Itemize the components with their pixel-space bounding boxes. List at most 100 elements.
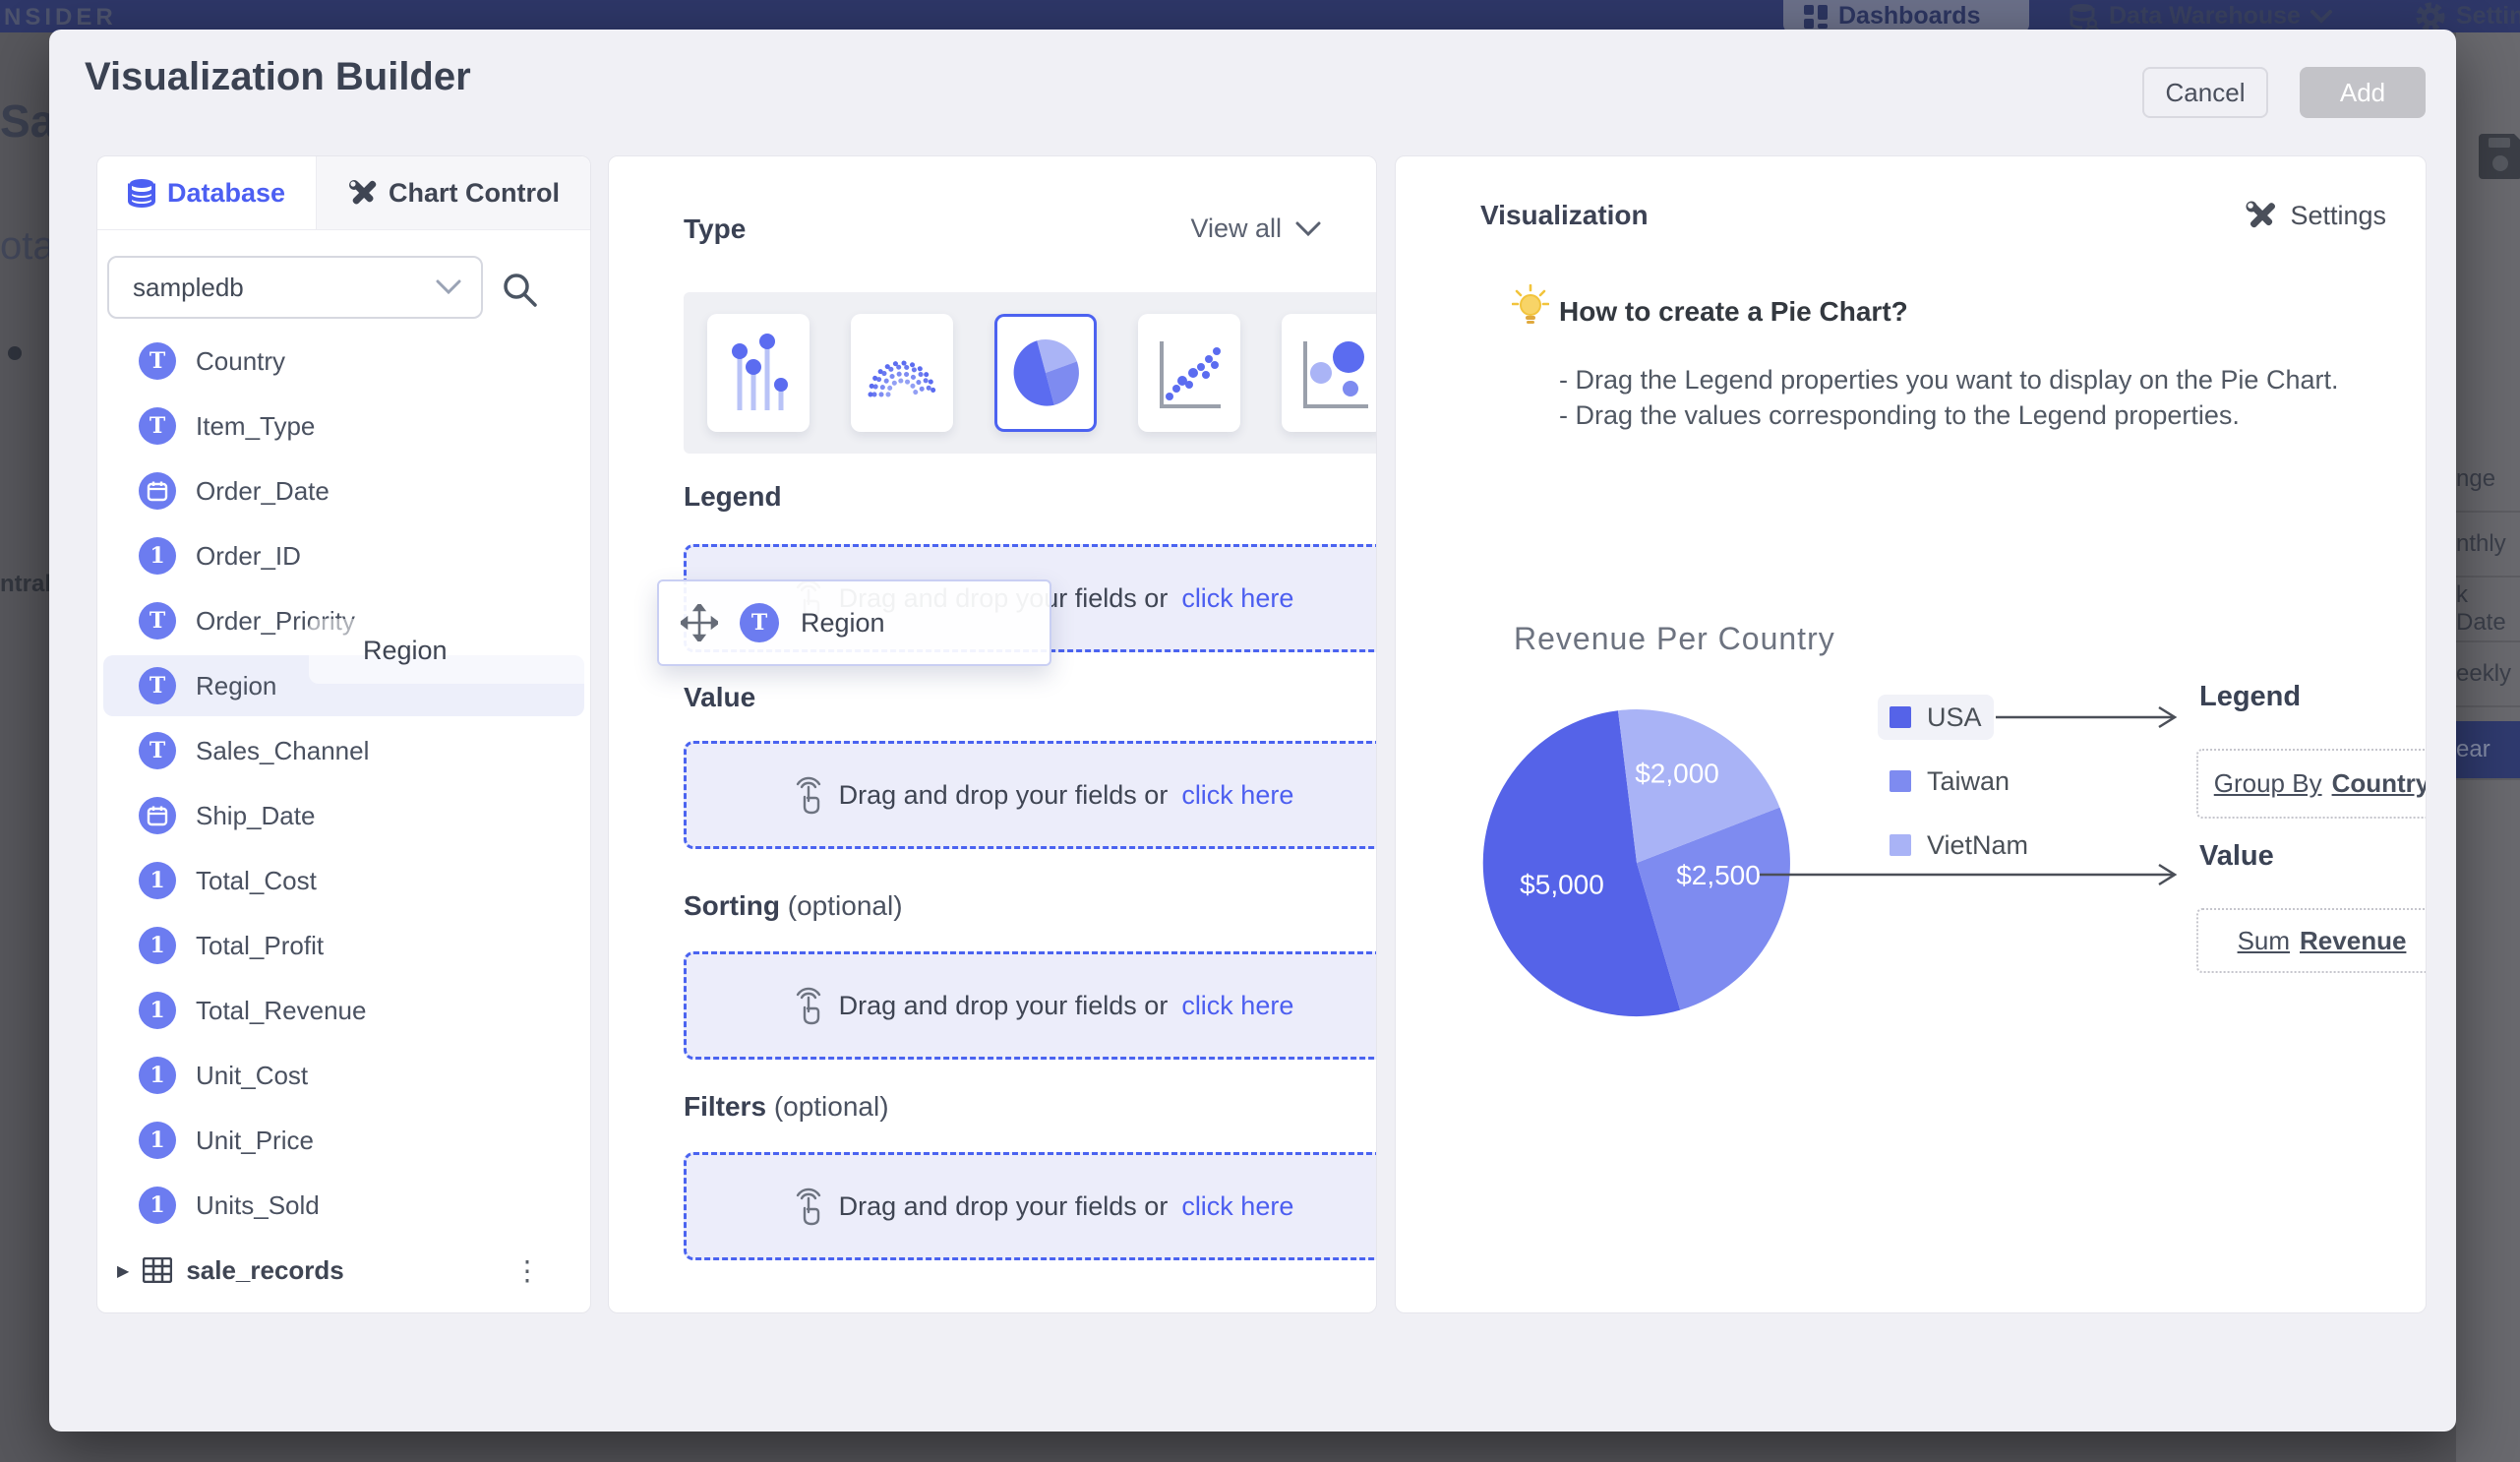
tab-database[interactable]: Database [97,156,316,229]
tap-icon [792,775,825,815]
field-row-unit_cost[interactable]: 1 Unit_Cost [97,1043,590,1108]
dropzone-click-here[interactable]: click here [1181,583,1293,614]
field-type-text-icon: T [139,602,176,640]
field-type-date-icon [139,472,176,510]
visualization-panel: Visualization Settings How to create a P… [1395,155,2427,1313]
field-type-text-icon: T [139,407,176,445]
field-label: Ship_Date [196,801,315,831]
table-row-sale-records[interactable]: ▶ sale_records ⋮ [97,1238,590,1303]
field-row-ship_date[interactable]: Ship_Date [97,783,590,848]
field-label: Item_Type [196,411,315,442]
dashboards-grid-icon [1803,4,1829,30]
visualization-builder-modal: Visualization Builder Cancel Add Databas… [49,30,2456,1432]
field-row-units_sold[interactable]: 1 Units_Sold [97,1173,590,1238]
screen: NSIDER Dashboards Data Warehouse Settin … [0,0,2520,1462]
add-button[interactable]: Add [2300,67,2426,118]
dropzone-text: Drag and drop your fields or [839,991,1169,1021]
source-select[interactable]: sampledb [107,256,483,319]
nav-settings-label: Settin [2456,2,2520,30]
dropzone-click-here[interactable]: click here [1181,1191,1293,1222]
tab-chart-control[interactable]: Chart Control [316,156,590,229]
nav-data-warehouse[interactable]: Data Warehouse [2070,0,2332,32]
field-row-order_id[interactable]: 1 Order_ID [97,523,590,588]
cancel-button[interactable]: Cancel [2142,67,2268,118]
mapping-legend-title: Legend [2199,681,2301,713]
type-card-pie-chart[interactable] [994,314,1097,432]
sum-field: Revenue [2300,926,2406,956]
field-type-date-icon [139,797,176,834]
field-row-unit_price[interactable]: 1 Unit_Price [97,1108,590,1173]
field-row-total_revenue[interactable]: 1 Total_Revenue [97,978,590,1043]
filters-dropzone[interactable]: Drag and drop your fields or click here [684,1152,1377,1260]
field-row-total_cost[interactable]: 1 Total_Cost [97,848,590,913]
sorting-dropzone[interactable]: Drag and drop your fields or click here [684,951,1377,1060]
field-row-sales_channel[interactable]: T Sales_Channel [97,718,590,783]
bg-menu-row: k Date [2456,578,2520,642]
tap-icon [792,986,825,1025]
field-label: Region [196,671,276,701]
arrowhead [2159,707,2175,727]
field-type-number-icon: 1 [139,992,176,1029]
legend-label: Taiwan [1927,766,2010,797]
type-card-bubble-chart[interactable] [1282,314,1377,432]
nav-data-warehouse-label: Data Warehouse [2109,2,2301,30]
pie-slice-taiwan [1637,808,1790,1010]
field-label: Total_Revenue [196,996,366,1026]
type-card-scatter-plot[interactable] [1138,314,1240,432]
chevron-down-icon [436,279,461,295]
type-card-lollipop-chart[interactable] [707,314,810,432]
search-icon[interactable] [500,270,539,309]
nav-dashboards[interactable]: Dashboards [1783,0,2029,32]
bg-right-strip: nge nthly k Date eekly ear [2456,32,2520,1462]
gear-icon [2415,1,2446,32]
mapping-legend-box[interactable]: Group By Country [2196,749,2427,819]
type-section-label: Type [684,213,746,245]
field-label: Unit_Cost [196,1061,308,1091]
drag-chip-region[interactable]: T Region [657,579,1051,666]
field-row-country[interactable]: T Country [97,329,590,394]
pie-value-label: $2,000 [1635,758,1719,788]
legend-item-vietnam[interactable]: VietNam [1878,822,2040,868]
field-type-number-icon: 1 [139,1057,176,1094]
value-dropzone[interactable]: Drag and drop your fields or click here [684,741,1377,849]
pie-value-label: $5,000 [1520,869,1604,899]
legend-item-usa[interactable]: USA [1878,695,1994,740]
chart-title: Revenue Per Country [1514,621,1835,657]
mapping-value-box[interactable]: Sum Revenue [2196,908,2427,973]
howto-title: How to create a Pie Chart? [1559,296,1908,328]
field-row-total_profit[interactable]: 1 Total_Profit [97,913,590,978]
chevron-down-icon [2310,10,2332,24]
settings-button[interactable]: Settings [2245,200,2386,231]
field-row-item_type[interactable]: T Item_Type [97,394,590,458]
value-section-label: Value [684,682,755,713]
drag-ghost-label: Region [363,636,448,666]
field-row-order_date[interactable]: Order_Date [97,458,590,523]
field-label: Total_Cost [196,866,317,896]
expander-icon[interactable]: ▶ [117,1261,129,1280]
view-all-button[interactable]: View all [1190,213,1321,244]
dropzone-click-here[interactable]: click here [1181,780,1293,811]
type-card-arc-dot-chart[interactable] [851,314,953,432]
panel-tabs: Database Chart Control [97,156,590,230]
drag-chip-label: Region [801,608,885,639]
field-type-number-icon: 1 [139,862,176,899]
dropzone-click-here[interactable]: click here [1181,991,1293,1021]
field-type-text-icon: T [740,603,779,642]
sorting-label: Sorting [684,890,780,921]
field-type-number-icon: 1 [139,537,176,575]
drag-ghost-pill [309,619,591,684]
lightbulb-icon [1512,284,1549,328]
kebab-menu-icon[interactable]: ⋮ [513,1254,541,1287]
group-by-field: Country [2332,768,2427,799]
nav-dashboards-label: Dashboards [1838,2,1980,30]
nav-settings[interactable]: Settin [2415,0,2520,32]
field-label: Country [196,346,285,377]
legend-item-taiwan[interactable]: Taiwan [1878,759,2021,804]
view-all-label: View all [1190,213,1282,244]
legend-swatch [1890,706,1911,728]
dropzone-text: Drag and drop your fields or [839,780,1169,811]
chart-type-strip [684,292,1377,454]
table-name: sale_records [186,1255,343,1286]
settings-tools-icon [2245,200,2276,231]
pie-value-label: $2,500 [1676,860,1761,890]
